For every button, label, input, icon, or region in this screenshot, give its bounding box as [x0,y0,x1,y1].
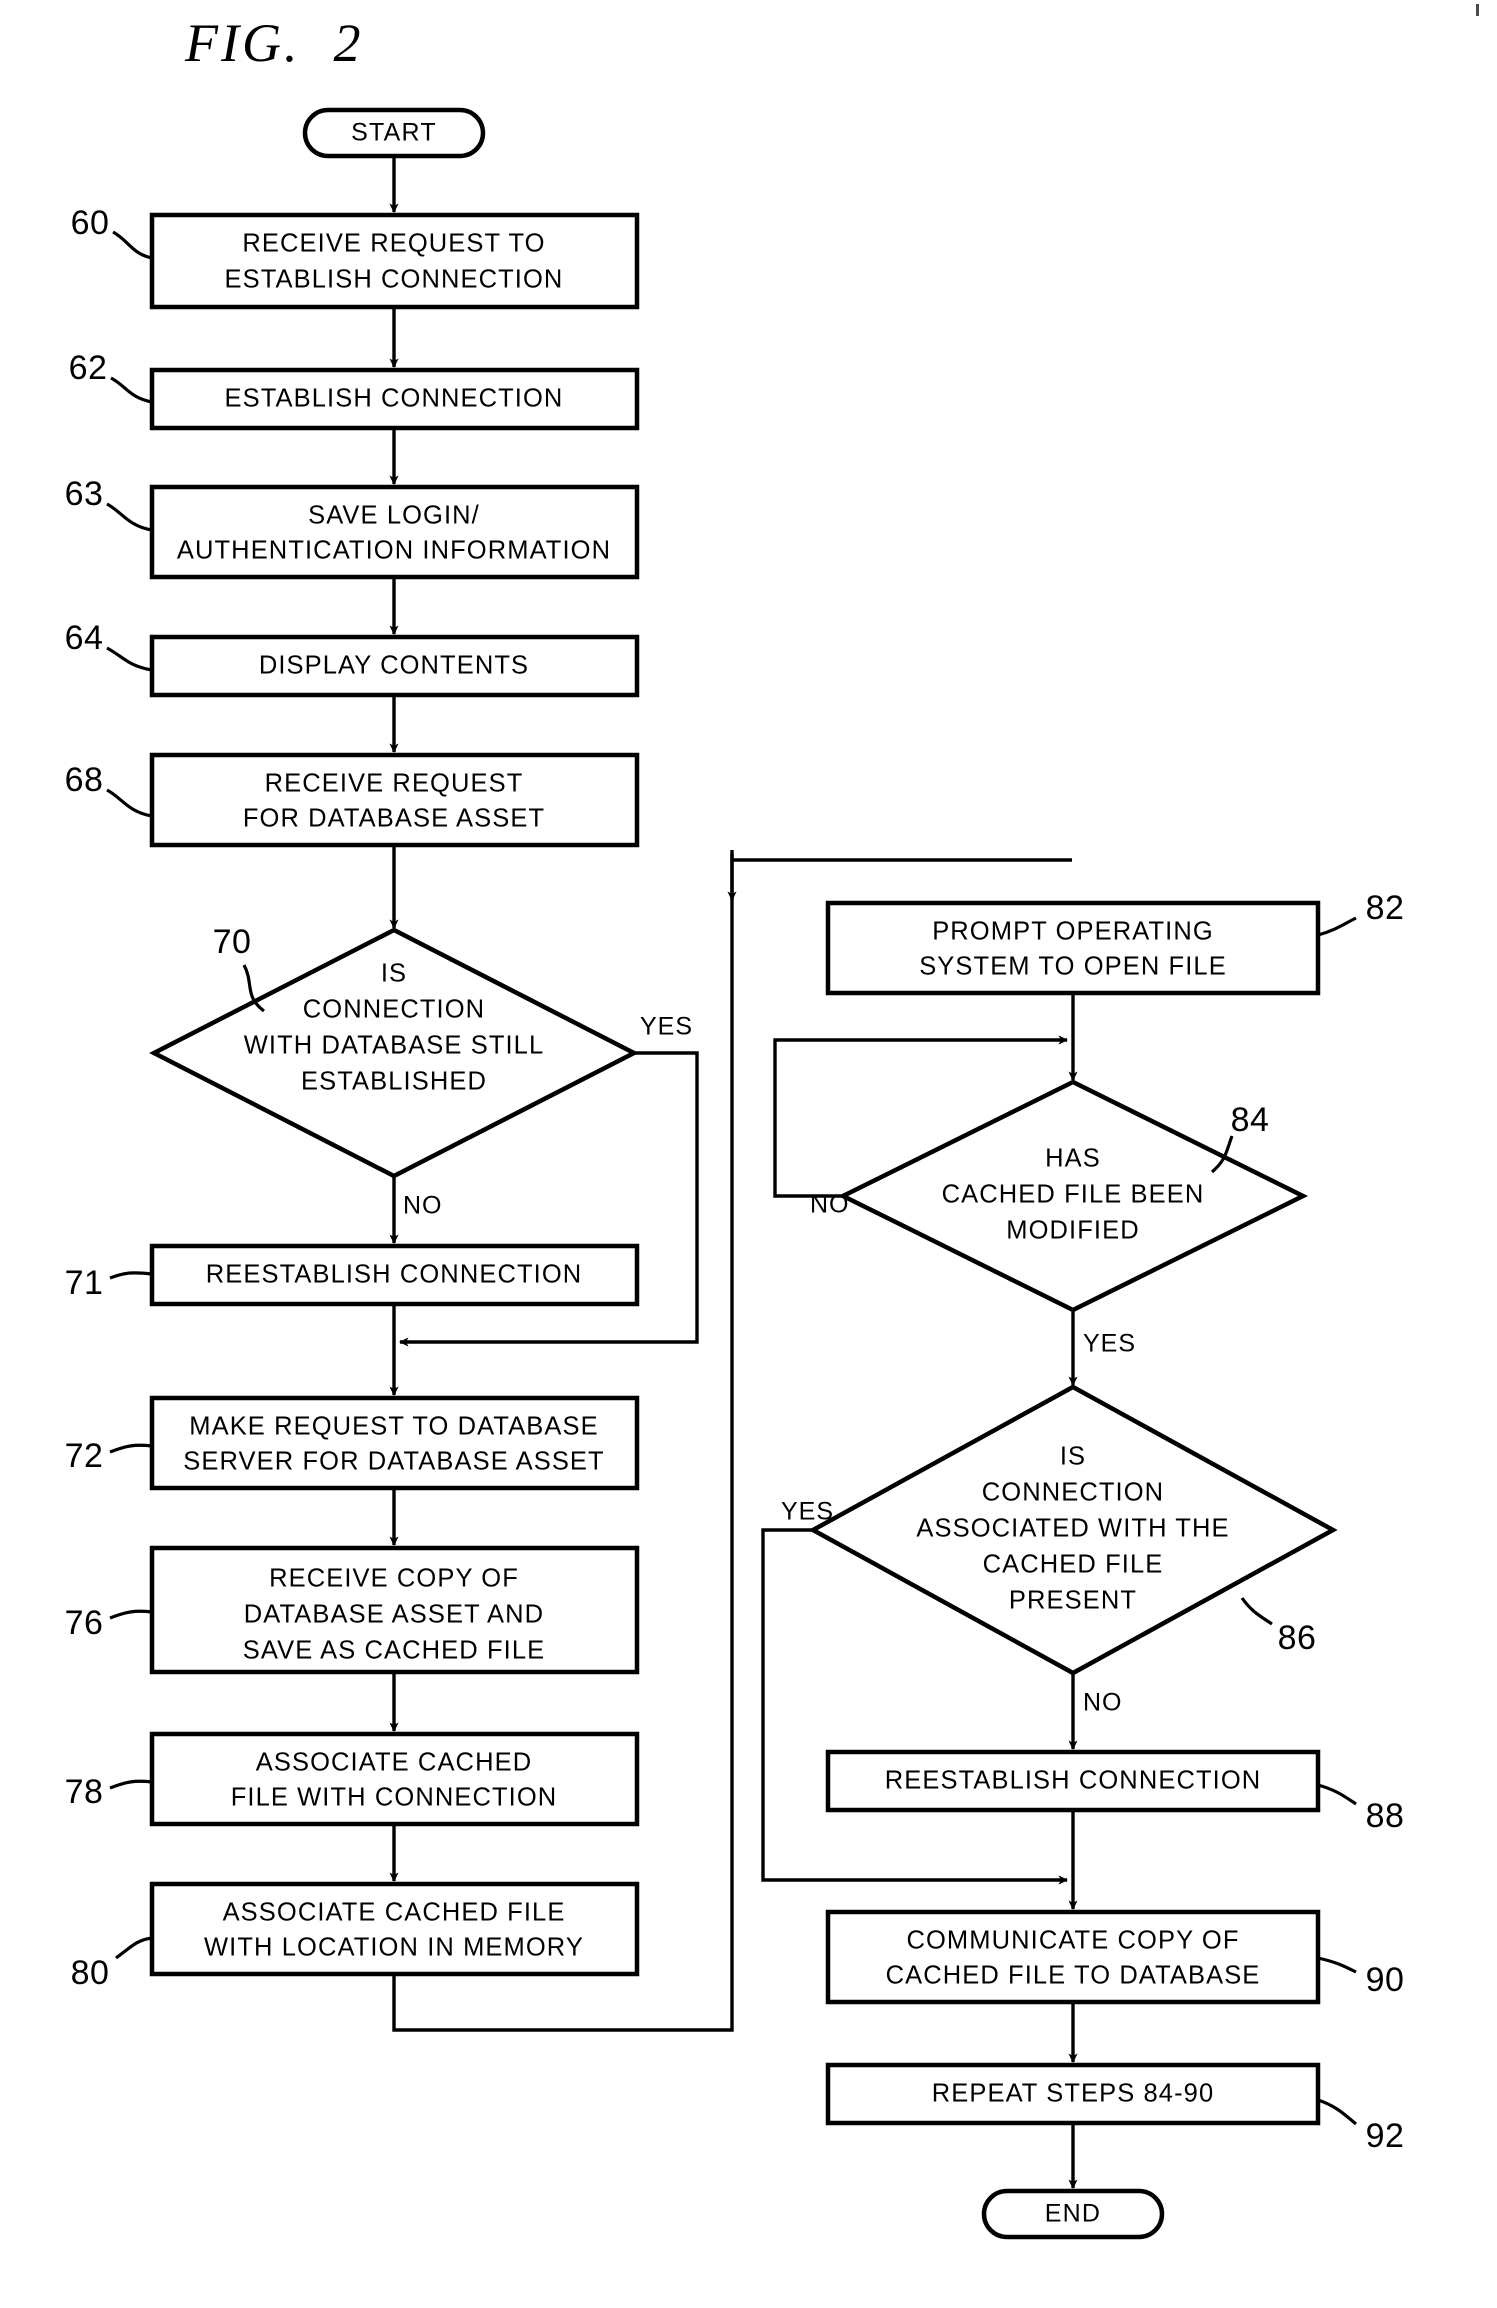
ref-label-68: 68 [65,761,104,799]
leader-82 [1317,916,1357,937]
ref-label-62: 62 [69,349,108,387]
ref-label-71: 71 [65,1264,104,1302]
ref-label-70: 70 [213,923,252,961]
leader-71 [109,1271,153,1280]
node-72-line-1: MAKE REQUEST TO DATABASE [189,1413,598,1441]
node-86-line-5: PRESENT [1009,1587,1137,1615]
ref-label-88: 88 [1366,1797,1405,1835]
edge-label-70-no: NO [403,1192,443,1220]
node-86-line-1: IS [1060,1443,1086,1471]
node-70-line-2: CONNECTION [303,996,485,1024]
ref-label-63: 63 [65,475,104,513]
node-90-line-2: CACHED FILE TO DATABASE [886,1962,1261,1990]
page-edge-artifact [1476,4,1479,16]
ref-label-60: 60 [71,204,110,242]
ref-label-86: 86 [1278,1619,1317,1657]
terminal-start: START [302,107,486,159]
node-60-line-1: RECEIVE REQUEST TO [242,230,545,258]
ref-label-72: 72 [65,1437,104,1475]
node-78-line-1: ASSOCIATE CACHED [256,1749,532,1777]
edge-label-86-yes: YES [781,1498,834,1526]
terminal-start-label: START [351,119,437,147]
ref-label-78: 78 [65,1773,104,1811]
ref-label-80: 80 [71,1954,110,1992]
terminal-end: END [981,2188,1165,2240]
leader-63 [106,502,153,532]
node-68-line-1: RECEIVE REQUEST [265,770,524,798]
node-64-line-1: DISPLAY CONTENTS [259,652,529,680]
leader-78 [109,1779,153,1790]
node-63: SAVE LOGIN/ AUTHENTICATION INFORMATION [149,484,640,580]
node-88-line-1: REESTABLISH CONNECTION [885,1767,1262,1795]
node-90: COMMUNICATE COPY OF CACHED FILE TO DATAB… [825,1909,1321,2005]
node-80-line-1: ASSOCIATE CACHED FILE [223,1899,566,1927]
node-86-line-3: ASSOCIATED WITH THE [916,1515,1229,1543]
leader-76 [109,1609,153,1620]
node-70: IS CONNECTION WITH DATABASE STILL ESTABL… [149,927,639,1179]
leader-86 [1240,1597,1273,1626]
ref-label-76: 76 [65,1604,104,1642]
edge-label-86-no: NO [1083,1689,1123,1717]
node-72: MAKE REQUEST TO DATABASE SERVER FOR DATA… [149,1395,640,1491]
node-82: PROMPT OPERATING SYSTEM TO OPEN FILE [825,900,1321,996]
node-92-line-1: REPEAT STEPS 84-90 [932,2080,1214,2108]
leader-92 [1317,2098,1358,2126]
node-62: ESTABLISH CONNECTION [149,367,640,431]
node-84-line-1: HAS [1045,1145,1101,1173]
ref-label-90: 90 [1366,1961,1405,1999]
node-60-line-2: ESTABLISH CONNECTION [225,266,564,294]
node-78: ASSOCIATE CACHED FILE WITH CONNECTION [149,1731,640,1827]
node-76: RECEIVE COPY OF DATABASE ASSET AND SAVE … [149,1545,640,1675]
flowchart-svg: START RECEIVE REQUEST TO ESTABLISH CONNE… [65,107,1405,2240]
node-64: DISPLAY CONTENTS [149,634,640,698]
node-86: IS CONNECTION ASSOCIATED WITH THE CACHED… [808,1384,1338,1676]
node-68: RECEIVE REQUEST FOR DATABASE ASSET [149,752,640,848]
node-92: REPEAT STEPS 84-90 [825,2062,1321,2126]
patent-figure-page: FIG. 2 START RECEIVE REQUEST TO ESTABLIS… [0,0,1497,2308]
node-72-line-2: SERVER FOR DATABASE ASSET [183,1448,604,1476]
node-68-line-2: FOR DATABASE ASSET [243,805,545,833]
node-76-line-1: RECEIVE COPY OF [269,1565,519,1593]
node-70-line-4: ESTABLISHED [301,1068,487,1096]
node-90-line-1: COMMUNICATE COPY OF [906,1927,1239,1955]
node-84-line-2: CACHED FILE BEEN [942,1181,1205,1209]
terminal-end-label: END [1045,2200,1101,2228]
node-80: ASSOCIATE CACHED FILE WITH LOCATION IN M… [149,1881,640,1977]
node-62-line-1: ESTABLISH CONNECTION [225,385,564,413]
node-60: RECEIVE REQUEST TO ESTABLISH CONNECTION [149,212,640,310]
node-82-line-2: SYSTEM TO OPEN FILE [919,953,1227,981]
node-84-line-3: MODIFIED [1006,1217,1139,1245]
node-88: REESTABLISH CONNECTION [825,1749,1321,1813]
node-82-line-1: PROMPT OPERATING [932,918,1214,946]
ref-label-84: 84 [1231,1101,1270,1139]
node-70-line-3: WITH DATABASE STILL [244,1032,545,1060]
node-70-line-1: IS [381,960,407,988]
node-76-line-3: SAVE AS CACHED FILE [243,1637,545,1665]
ref-label-92: 92 [1366,2117,1405,2155]
node-71: REESTABLISH CONNECTION [149,1243,640,1307]
node-63-line-1: SAVE LOGIN/ [308,502,480,530]
leader-68 [106,788,153,818]
leader-80 [115,1936,153,1960]
leader-62 [110,376,153,404]
node-80-line-2: WITH LOCATION IN MEMORY [204,1934,584,1962]
edge-label-84-yes: YES [1083,1330,1136,1358]
node-71-line-1: REESTABLISH CONNECTION [206,1261,583,1289]
node-86-line-4: CACHED FILE [983,1551,1164,1579]
leader-90 [1317,1956,1357,1974]
leader-64 [106,646,153,672]
leader-88 [1317,1783,1357,1806]
leader-60 [112,230,153,260]
edge-label-70-yes: YES [640,1013,693,1041]
ref-label-82: 82 [1366,889,1405,927]
node-78-line-2: FILE WITH CONNECTION [231,1784,558,1812]
ref-label-64: 64 [65,619,104,657]
node-63-line-2: AUTHENTICATION INFORMATION [177,537,611,565]
node-86-line-2: CONNECTION [982,1479,1164,1507]
node-76-line-2: DATABASE ASSET AND [244,1601,544,1629]
leader-72 [109,1443,153,1454]
